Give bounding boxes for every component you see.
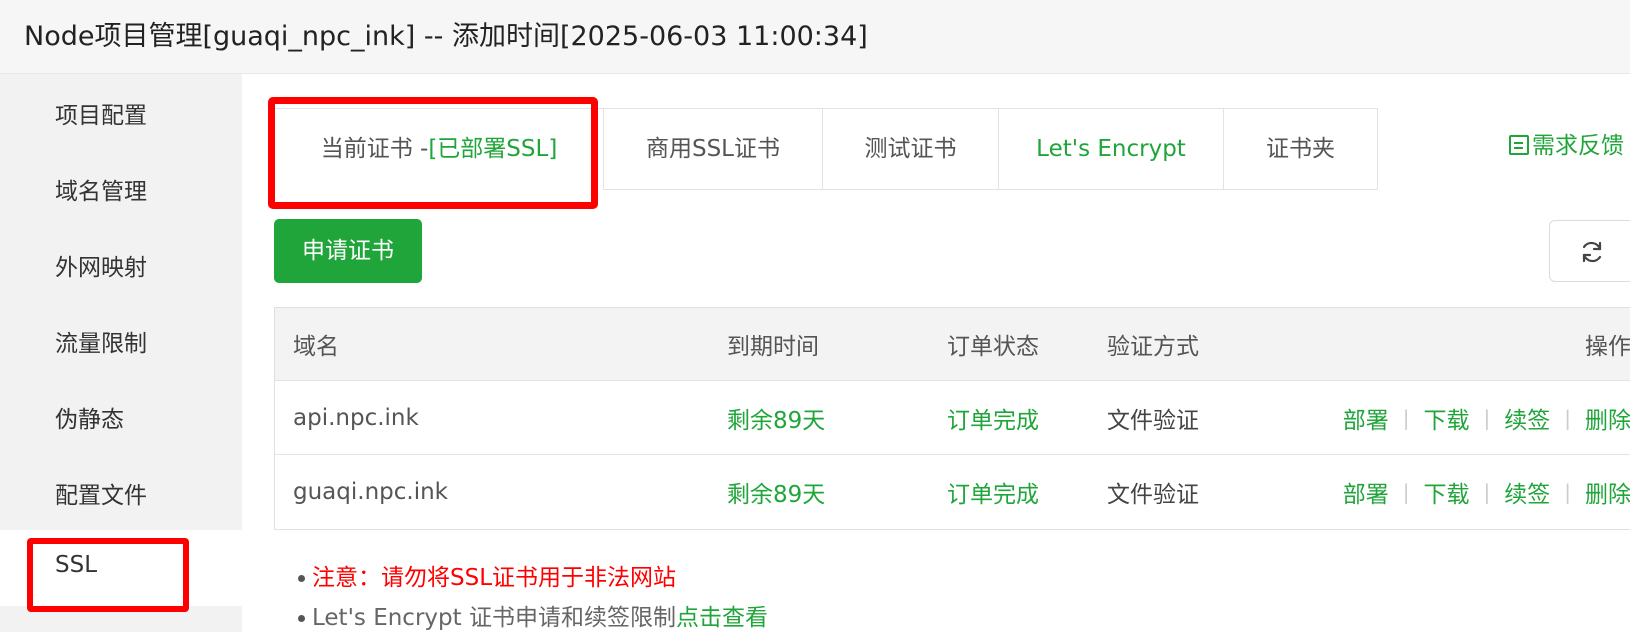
row-expire: 剩余89天 [727,482,826,508]
separator: | [1564,480,1571,504]
bullet [298,615,305,622]
sidebar-item-label: 配置文件 [55,483,147,509]
sidebar-item-label: 外网映射 [55,255,147,281]
apply-cert-button[interactable]: 申请证书 [274,219,422,283]
header-verify: 验证方式 [1107,334,1199,360]
separator: | [1402,480,1410,504]
download-link[interactable]: 下载 [1424,475,1470,509]
header-expire: 到期时间 [727,334,819,360]
edit-icon [1509,135,1529,155]
view-limits-link[interactable]: 点击查看 [676,605,768,631]
header-status: 订单状态 [947,334,1039,360]
notes-list: 注意：请勿将SSL证书用于非法网站 Let's Encrypt 证书申请和续签限… [298,558,768,632]
row-status: 订单完成 [947,407,1039,434]
row-domain: api.npc.ink [293,404,419,431]
tab-lets-encrypt[interactable]: Let's Encrypt [998,108,1224,190]
table-row: guaqi.npc.ink 剩余89天 订单完成 文件验证 部署 | 下载 | 续签… [275,455,1630,529]
tab-label: 商用SSL证书 [645,136,780,162]
renew-link[interactable]: 续签 [1504,401,1550,435]
deploy-link[interactable]: 部署 [1343,475,1389,509]
deploy-link[interactable]: 部署 [1343,401,1389,435]
tab-label: Let's Encrypt [1036,136,1186,162]
renew-link[interactable]: 续签 [1504,475,1550,509]
cert-table: 域名 到期时间 订单状态 验证方式 操作 api.npc.ink 剩余89天 订… [274,307,1630,530]
tab-label: 测试证书 [864,136,957,162]
feedback-link[interactable]: 需求反馈 [1509,126,1624,160]
sidebar-item-label: 项目配置 [55,103,147,129]
row-verify: 文件验证 [1107,407,1199,434]
separator: | [1564,405,1571,430]
row-ops: 部署 | 下载 | 续签 | 删除 [1315,455,1630,529]
delete-link[interactable]: 删除 [1585,475,1630,509]
table-header: 域名 到期时间 订单状态 验证方式 操作 [275,308,1630,381]
refresh-button[interactable] [1549,220,1630,282]
sidebar-item-label: 域名管理 [55,179,147,205]
table-row: api.npc.ink 剩余89天 订单完成 文件验证 部署 | 下载 | 续签 | … [275,381,1630,455]
row-verify: 文件验证 [1107,482,1199,508]
feedback-label: 需求反馈 [1532,133,1624,159]
row-status: 订单完成 [947,482,1039,508]
window-title: Node项目管理[guaqi_npc_ink] -- 添加时间[2025-06-… [24,21,868,52]
highlight-box-ssl [27,538,189,612]
title-bar: Node项目管理[guaqi_npc_ink] -- 添加时间[2025-06-… [0,0,1630,74]
row-domain: guaqi.npc.ink [293,479,448,505]
sidebar-item-label: 伪静态 [55,407,124,433]
sidebar-item-domain-management[interactable]: 域名管理 [0,150,242,226]
sidebar-item-pseudo-static[interactable]: 伪静态 [0,378,242,454]
row-expire: 剩余89天 [727,407,826,434]
warning-note: 注意：请勿将SSL证书用于非法网站 [298,558,768,598]
header-ops: 操作 [1585,334,1630,360]
warning-text: 注意：请勿将SSL证书用于非法网站 [312,565,677,591]
separator: | [1483,480,1491,504]
refresh-icon [1582,241,1602,263]
sidebar-item-label: 流量限制 [55,331,147,357]
header-domain: 域名 [293,334,339,360]
tab-cert-folder[interactable]: 证书夹 [1223,108,1378,190]
delete-link[interactable]: 删除 [1585,401,1630,435]
sidebar-item-config-file[interactable]: 配置文件 [0,454,242,530]
sidebar-item-project-config[interactable]: 项目配置 [0,74,242,150]
row-ops: 部署 | 下载 | 续签 | 删除 [1315,381,1630,454]
tab-commercial-ssl[interactable]: 商用SSL证书 [603,108,823,190]
info-note: Let's Encrypt 证书申请和续签限制点击查看 [298,598,768,632]
sidebar-item-external-mapping[interactable]: 外网映射 [0,226,242,302]
bullet [298,575,305,582]
separator: | [1483,405,1491,430]
separator: | [1402,405,1410,430]
tab-test-cert[interactable]: 测试证书 [822,108,999,190]
download-link[interactable]: 下载 [1424,401,1470,435]
sidebar-item-traffic-limit[interactable]: 流量限制 [0,302,242,378]
info-text: Let's Encrypt 证书申请和续签限制 [312,605,676,631]
highlight-box-current-cert [268,97,598,209]
tab-label: 证书夹 [1266,136,1335,162]
